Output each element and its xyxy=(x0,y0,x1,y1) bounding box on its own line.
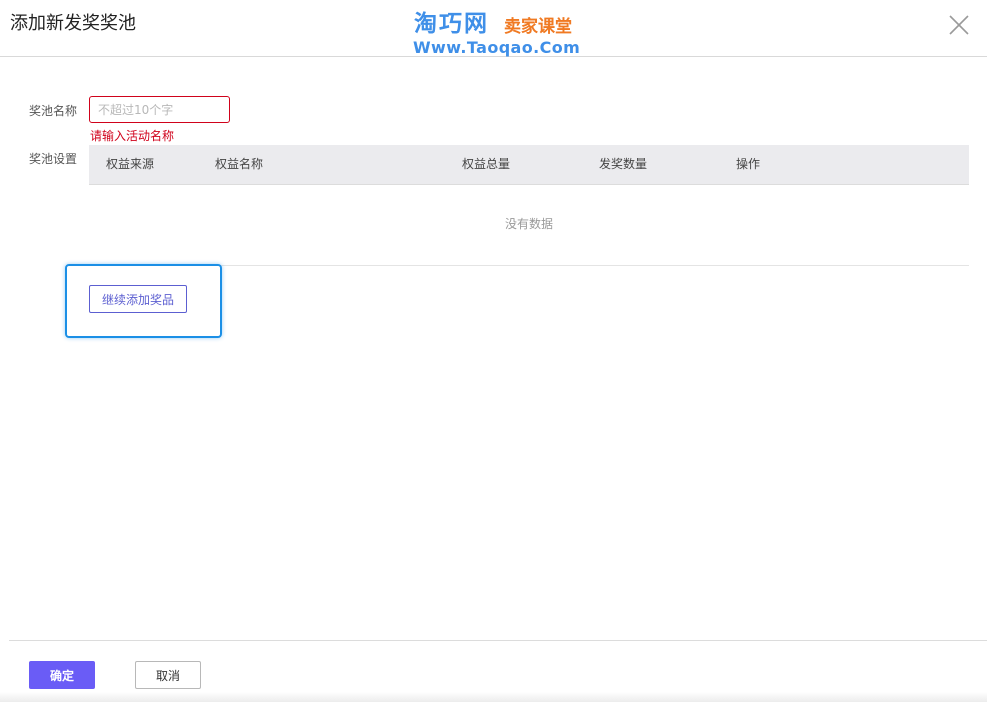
confirm-button[interactable]: 确定 xyxy=(29,661,95,689)
prize-table: 权益来源 权益名称 权益总量 发奖数量 操作 没有数据 xyxy=(89,145,969,266)
watermark: 淘巧网 卖家课堂 Www.Taoqao.Com xyxy=(412,8,592,57)
column-header-total: 权益总量 xyxy=(462,157,511,171)
table-header: 权益来源 权益名称 权益总量 发奖数量 操作 xyxy=(89,145,969,185)
close-icon xyxy=(949,15,969,35)
dialog-title: 添加新发奖奖池 xyxy=(10,13,136,34)
pool-name-input[interactable] xyxy=(89,96,230,123)
add-prize-button[interactable]: 继续添加奖品 xyxy=(89,285,187,313)
footer-divider xyxy=(9,640,987,641)
pool-settings-label: 奖池设置 xyxy=(29,152,78,166)
watermark-url: Www.Taoqao.Com xyxy=(413,38,581,57)
watermark-logo: 淘巧网 xyxy=(414,11,489,37)
footer-shadow xyxy=(0,692,987,702)
column-header-award-count: 发奖数量 xyxy=(599,157,648,171)
close-button[interactable] xyxy=(946,12,972,38)
column-header-actions: 操作 xyxy=(736,157,761,171)
dialog: 添加新发奖奖池 淘巧网 卖家课堂 Www.Taoqao.Com 奖池名称 请输入… xyxy=(0,0,987,702)
column-header-source: 权益来源 xyxy=(106,157,155,171)
dialog-header: 添加新发奖奖池 淘巧网 卖家课堂 Www.Taoqao.Com xyxy=(0,0,987,57)
column-header-name: 权益名称 xyxy=(215,157,264,171)
watermark-slogan: 卖家课堂 xyxy=(504,17,572,37)
pool-name-error: 请输入活动名称 xyxy=(90,129,175,143)
table-empty-text: 没有数据 xyxy=(504,217,553,231)
cancel-button[interactable]: 取消 xyxy=(135,661,201,689)
pool-name-label: 奖池名称 xyxy=(29,104,78,118)
